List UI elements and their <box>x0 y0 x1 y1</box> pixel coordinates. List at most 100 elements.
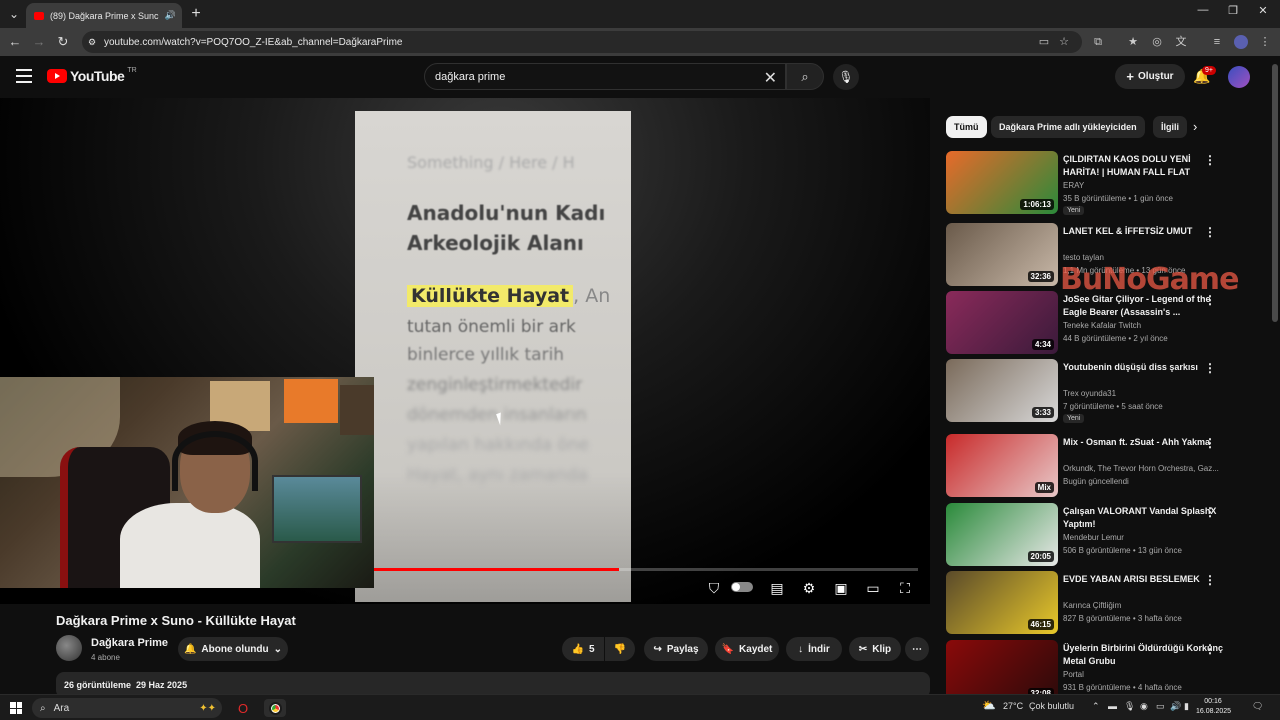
video-thumbnail[interactable]: 46:15 <box>946 571 1058 634</box>
channel-avatar[interactable] <box>56 635 82 661</box>
microphone-icon[interactable]: 🎙 <box>1124 701 1135 712</box>
audio-icon[interactable]: 🔊 <box>165 10 176 21</box>
recommendation-item[interactable]: 4:34 JoSee Gitar Çiliyor - Legend of the … <box>946 291 1262 357</box>
location-icon[interactable]: ◉ <box>1140 701 1148 712</box>
more-options-icon[interactable]: ⋮ <box>1204 153 1216 167</box>
recommendation-channel[interactable]: Orkundk, The Trevor Horn Orchestra, Gaz.… <box>1063 464 1219 473</box>
page-scrollbar[interactable] <box>1272 64 1278 322</box>
dislike-button[interactable]: 👎 <box>605 637 635 661</box>
youtube-logo[interactable]: YouTube TR <box>47 67 137 84</box>
search-input[interactable]: dağkara prime ✕ <box>424 63 786 90</box>
video-thumbnail[interactable]: Mix <box>946 434 1058 497</box>
search-button[interactable]: ⌕ <box>786 63 824 90</box>
forward-icon[interactable]: → <box>30 33 48 51</box>
menu-dots-icon[interactable]: ⋮ <box>1258 35 1272 49</box>
cast-icon[interactable]: ▭ <box>1037 35 1051 49</box>
save-button[interactable]: 🔖 Kaydet <box>715 637 779 661</box>
more-actions-button[interactable]: ⋯ <box>905 637 929 661</box>
more-options-icon[interactable]: ⋮ <box>1204 436 1216 450</box>
autoplay-toggle[interactable] <box>731 582 753 592</box>
new-tab-icon[interactable]: + <box>186 4 206 24</box>
create-button[interactable]: + Oluştur <box>1115 64 1185 89</box>
sponsor-shield-icon[interactable]: ⛉ <box>704 578 724 598</box>
reading-list-icon[interactable]: ≡ <box>1210 35 1224 49</box>
opera-icon[interactable]: O <box>232 699 254 717</box>
channel-name[interactable]: Dağkara Prime <box>91 637 168 649</box>
taskbar-search[interactable]: ⌕ Ara ✦✦ <box>32 698 222 718</box>
subscribed-button[interactable]: 🔔 Abone olundu ⌄ <box>178 637 288 661</box>
subtitles-icon[interactable]: ▤ <box>767 578 787 598</box>
more-options-icon[interactable]: ⋮ <box>1204 642 1216 656</box>
fullscreen-icon[interactable]: ⛶ <box>895 578 915 598</box>
battery-icon[interactable]: ▮ <box>1184 701 1189 712</box>
more-options-icon[interactable]: ⋮ <box>1204 225 1216 239</box>
video-thumbnail[interactable]: 20:05 <box>946 503 1058 566</box>
recommendation-channel[interactable]: Mendebur Lemur <box>1063 533 1124 542</box>
extensions-icon[interactable]: ⧉ <box>1091 35 1105 49</box>
notification-center-icon[interactable]: 🗨 <box>1252 701 1263 712</box>
weather-icon[interactable]: ⛅ <box>982 699 996 712</box>
recommendation-item[interactable]: 3:33 Youtubenin düşüşü diss şarkısı Trex o… <box>946 359 1262 425</box>
volume-icon[interactable]: 🔊 <box>1170 701 1181 712</box>
restore-icon[interactable]: ❐ <box>1218 4 1248 17</box>
recommendation-channel[interactable]: Karınca Çiftliğim <box>1063 601 1121 610</box>
video-thumbnail[interactable]: 4:34 <box>946 291 1058 354</box>
recommendation-channel[interactable]: ERAY <box>1063 181 1084 190</box>
browser-tab[interactable]: (89) Dağkara Prime x Sunc 🔊 ✕ <box>26 3 182 28</box>
screenshot-icon[interactable]: ◎ <box>1150 35 1164 49</box>
video-thumbnail[interactable]: 3:33 <box>946 359 1058 422</box>
chip-uploader[interactable]: Dağkara Prime adlı yükleyiciden <box>991 116 1145 138</box>
chip-related[interactable]: İlgili <box>1153 116 1187 138</box>
hamburger-menu-icon[interactable] <box>16 69 32 83</box>
miniplayer-icon[interactable]: ▣ <box>831 578 851 598</box>
video-thumbnail[interactable]: 1:06:13 <box>946 151 1058 214</box>
recommendation-title[interactable]: Üyelerin Birbirini Öldürdüğü Korkunç Met… <box>1063 642 1223 668</box>
chip-all[interactable]: Tümü <box>946 116 987 138</box>
recommendation-item[interactable]: 1:06:13 ÇILDIRTAN KAOS DOLU YENİ HARİTA! … <box>946 151 1262 217</box>
minimize-icon[interactable]: — <box>1188 4 1218 16</box>
clock[interactable]: 00:16 16.08.2025 <box>1196 697 1231 717</box>
recommendation-channel[interactable]: Portal <box>1063 670 1084 679</box>
tab-search-icon[interactable]: ⌄ <box>4 4 24 24</box>
chrome-icon[interactable] <box>264 699 286 717</box>
recommendation-item[interactable]: 20:05 Çalışan VALORANT Vandal SplashX Yap… <box>946 503 1262 569</box>
theater-mode-icon[interactable]: ▭ <box>863 578 883 598</box>
tray-app-icon[interactable]: ▬ <box>1108 701 1117 711</box>
bookmark-star-icon[interactable]: ☆ <box>1057 35 1071 49</box>
download-button[interactable]: ↓ İndir <box>786 637 842 661</box>
recommendation-title[interactable]: EVDE YABAN ARISI BESLEMEK <box>1063 573 1223 586</box>
recommendation-channel[interactable]: testo taylan <box>1063 253 1104 262</box>
like-button[interactable]: 👍 5 <box>562 637 604 661</box>
reload-icon[interactable]: ↻ <box>54 33 72 51</box>
recommendation-title[interactable]: LANET KEL & İFFETSİZ UMUT <box>1063 225 1223 238</box>
profile-icon[interactable] <box>1234 35 1248 49</box>
recommendation-title[interactable]: ÇILDIRTAN KAOS DOLU YENİ HARİTA! | HUMAN… <box>1063 153 1223 179</box>
more-options-icon[interactable]: ⋮ <box>1204 361 1216 375</box>
tray-chevron-icon[interactable]: ⌃ <box>1092 701 1100 712</box>
recommendation-item[interactable]: Mix Mix - Osman ft. zSuat - Ahh Yakma Orku… <box>946 434 1262 500</box>
share-button[interactable]: ↪ Paylaş <box>644 637 708 661</box>
bookmarks-icon[interactable]: ★ <box>1126 35 1140 49</box>
account-avatar[interactable] <box>1228 66 1250 88</box>
recommendation-title[interactable]: Çalışan VALORANT Vandal SplashX Yaptım! <box>1063 505 1223 531</box>
windows-start-icon[interactable] <box>10 702 22 714</box>
settings-gear-icon[interactable]: ⚙ <box>799 578 819 598</box>
url-field[interactable]: ⚙ youtube.com/watch?v=POQ7OO_Z-IE&ab_cha… <box>82 31 1082 53</box>
network-icon[interactable]: ▭ <box>1156 701 1165 712</box>
voice-search-icon[interactable]: 🎙 <box>833 64 859 90</box>
recommendation-channel[interactable]: Teneke Kafalar Twitch <box>1063 321 1141 330</box>
back-icon[interactable]: ← <box>6 33 24 51</box>
recommendation-channel[interactable]: Trex oyunda31 <box>1063 389 1116 398</box>
recommendation-item[interactable]: 46:15 EVDE YABAN ARISI BESLEMEK Karınca Çi… <box>946 571 1262 637</box>
chevron-right-icon[interactable]: › <box>1193 119 1197 134</box>
clear-search-icon[interactable]: ✕ <box>764 68 777 88</box>
recommendation-title[interactable]: Mix - Osman ft. zSuat - Ahh Yakma <box>1063 436 1223 449</box>
more-options-icon[interactable]: ⋮ <box>1204 573 1216 587</box>
close-window-icon[interactable]: ✕ <box>1248 4 1278 17</box>
site-info-icon[interactable]: ⚙ <box>88 37 96 48</box>
clip-button[interactable]: ✂ Klip <box>849 637 901 661</box>
recommendation-title[interactable]: Youtubenin düşüşü diss şarkısı <box>1063 361 1223 374</box>
translate-icon[interactable]: 文 <box>1174 35 1188 49</box>
more-options-icon[interactable]: ⋮ <box>1204 505 1216 519</box>
video-thumbnail[interactable]: 32:36 <box>946 223 1058 286</box>
